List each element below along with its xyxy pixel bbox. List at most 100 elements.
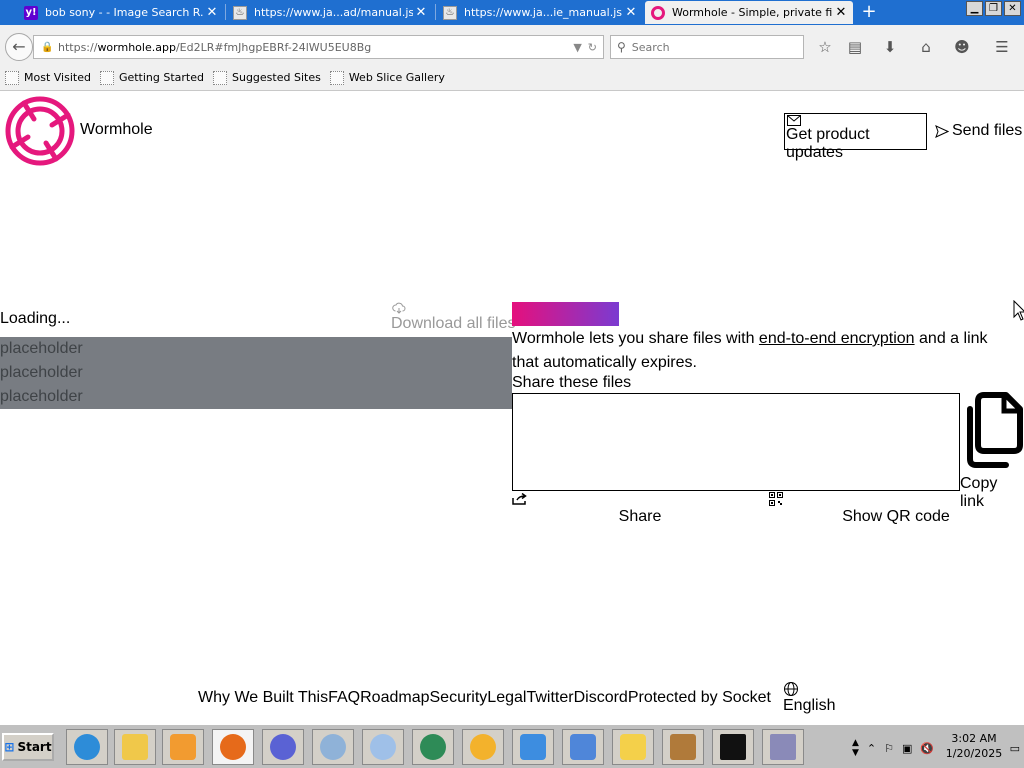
clock-time: 3:02 AM (951, 732, 997, 745)
close-icon[interactable]: ✕ (413, 5, 429, 20)
reading-list-icon[interactable]: ▤ (845, 37, 865, 57)
taskbar-file-explorer[interactable] (114, 729, 156, 765)
wormhole-logo-icon[interactable] (0, 91, 80, 171)
taskbar-app-11[interactable] (562, 729, 604, 765)
footer-link-socket[interactable]: Protected by Socket (628, 689, 771, 707)
flag-icon[interactable]: ⚐ (884, 742, 894, 755)
taskbar-app-8[interactable] (412, 729, 454, 765)
brand-name[interactable]: Wormhole (80, 121, 153, 139)
new-tab-button[interactable]: + (858, 2, 880, 22)
bookmark-most-visited[interactable]: Most Visited (5, 70, 91, 85)
encryption-link[interactable]: end-to-end encryption (759, 330, 915, 347)
footer-link-twitter[interactable]: Twitter (526, 689, 573, 707)
tab-java-manual-1[interactable]: ♨ https://www.ja...ad/manual.jsp ✕ (227, 1, 433, 24)
taskbar-internet-explorer[interactable] (66, 729, 108, 765)
taskbar-app-7[interactable] (362, 729, 404, 765)
footer-link-faq[interactable]: FAQ (328, 689, 360, 707)
restore-button[interactable]: ❐ (985, 1, 1002, 16)
tab-yahoo[interactable]: y! bob sony - - Image Search R... ✕ (18, 1, 224, 24)
menu-icon[interactable]: ☰ (992, 37, 1012, 57)
share-label: Share (618, 508, 662, 525)
close-icon[interactable]: ✕ (204, 5, 220, 20)
expand-tray-icon[interactable]: ⌃ (867, 742, 876, 755)
show-qr-button[interactable]: Show QR code (768, 491, 1024, 527)
taskbar-media-player[interactable] (162, 729, 204, 765)
bookmark-label: Most Visited (24, 71, 91, 84)
url-host: wormhole.app (97, 40, 176, 54)
wormhole-icon (651, 5, 665, 20)
app-icon (570, 734, 596, 760)
search-placeholder: Search (631, 40, 670, 54)
taskbar-app-10[interactable] (512, 729, 554, 765)
download-all-button[interactable]: Download all files (391, 302, 516, 333)
footer-link-security[interactable]: Security (430, 689, 488, 707)
copy-icon (967, 392, 1023, 468)
java-icon: ♨ (233, 5, 247, 20)
terminal-icon (720, 734, 746, 760)
product-updates-button[interactable]: Get product updates (784, 113, 927, 161)
bookmark-page-icon (213, 70, 227, 85)
taskbar-app-12[interactable] (612, 729, 654, 765)
tab-title: bob sony - - Image Search R... (45, 6, 204, 19)
list-item[interactable]: placeholder (0, 361, 512, 385)
share-link-field[interactable] (512, 393, 960, 491)
taskbar-command-prompt[interactable] (712, 729, 754, 765)
gradient-banner (512, 302, 619, 326)
clock[interactable]: 3:02 AM 1/20/2025 (944, 731, 1004, 761)
list-item[interactable]: placeholder (0, 337, 512, 361)
dropdown-arrow-icon[interactable]: ▼ (573, 41, 581, 54)
footer-link-legal[interactable]: Legal (487, 689, 526, 707)
volume-muted-icon[interactable]: 🔇 (920, 742, 934, 755)
list-item[interactable]: placeholder (0, 385, 512, 409)
search-box[interactable]: ⚲ Search (610, 35, 804, 59)
minimize-button[interactable]: ▁ (966, 1, 983, 16)
package-icon (670, 734, 696, 760)
chat-icon[interactable]: ☻ (952, 37, 972, 57)
close-icon[interactable]: ✕ (833, 5, 849, 20)
download-all-label: Download all files (391, 315, 516, 332)
tab-wormhole[interactable]: Wormhole - Simple, private fil... ✕ (645, 1, 853, 24)
send-files-link[interactable]: Send files (935, 122, 1022, 140)
tab-title: https://www.ja...ie_manual.jsp (464, 6, 623, 19)
bookmark-star-icon[interactable]: ☆ (815, 37, 835, 57)
tab-title: Wormhole - Simple, private fil... (672, 6, 833, 19)
network-icon[interactable]: ▣ (902, 742, 912, 755)
globe-check-icon (420, 734, 446, 760)
taskbar-app-5[interactable] (262, 729, 304, 765)
reload-icon[interactable]: ↻ (588, 41, 597, 54)
taskbar-app-9[interactable] (462, 729, 504, 765)
windows-logo-icon: ⊞ (4, 740, 15, 754)
show-desktop-icon[interactable]: ▭ (1010, 742, 1020, 755)
bookmark-label: Suggested Sites (232, 71, 321, 84)
downloads-icon[interactable]: ⬇ (880, 37, 900, 57)
start-button[interactable]: ⊞ Start (2, 733, 54, 761)
footer-link-roadmap[interactable]: Roadmap (360, 689, 429, 707)
taskbar-firefox[interactable] (212, 729, 254, 765)
back-button[interactable]: ← (5, 33, 33, 61)
bookmark-page-icon (329, 70, 344, 85)
footer-link-discord[interactable]: Discord (574, 689, 628, 707)
scroll-arrows-icon[interactable]: ▲ ▼ (852, 738, 859, 758)
bookmark-getting-started[interactable]: Getting Started (99, 70, 204, 85)
share-button[interactable]: Share (512, 491, 768, 527)
close-window-button[interactable]: ✕ (1004, 1, 1021, 16)
bookmark-suggested-sites[interactable]: Suggested Sites (213, 70, 321, 85)
tab-java-manual-2[interactable]: ♨ https://www.ja...ie_manual.jsp ✕ (437, 1, 643, 24)
close-icon[interactable]: ✕ (623, 5, 639, 20)
language-selector[interactable]: English (783, 681, 835, 715)
navigation-bar: ← 🔒 https://wormhole.app/Ed2LR#fmJhgpEBR… (0, 25, 1024, 65)
home-icon[interactable]: ⌂ (916, 37, 936, 57)
window-controls: ▁ ❐ ✕ (966, 1, 1021, 16)
taskbar-app-6[interactable] (312, 729, 354, 765)
taskbar-app-13[interactable] (662, 729, 704, 765)
footer-link-why[interactable]: Why We Built This (198, 689, 328, 707)
taskbar-app-15[interactable] (762, 729, 804, 765)
intro-text-start: Wormhole lets you share files with (512, 330, 759, 347)
send-files-label: Send files (952, 122, 1023, 139)
app-icon (770, 734, 796, 760)
loading-text: Loading... (0, 310, 71, 327)
firefox-icon (220, 734, 246, 760)
url-bar[interactable]: 🔒 https://wormhole.app/Ed2LR#fmJhgpEBRf-… (33, 35, 604, 59)
bookmark-web-slice-gallery[interactable]: Web Slice Gallery (329, 70, 445, 85)
share-files-label: Share these files (512, 374, 632, 391)
